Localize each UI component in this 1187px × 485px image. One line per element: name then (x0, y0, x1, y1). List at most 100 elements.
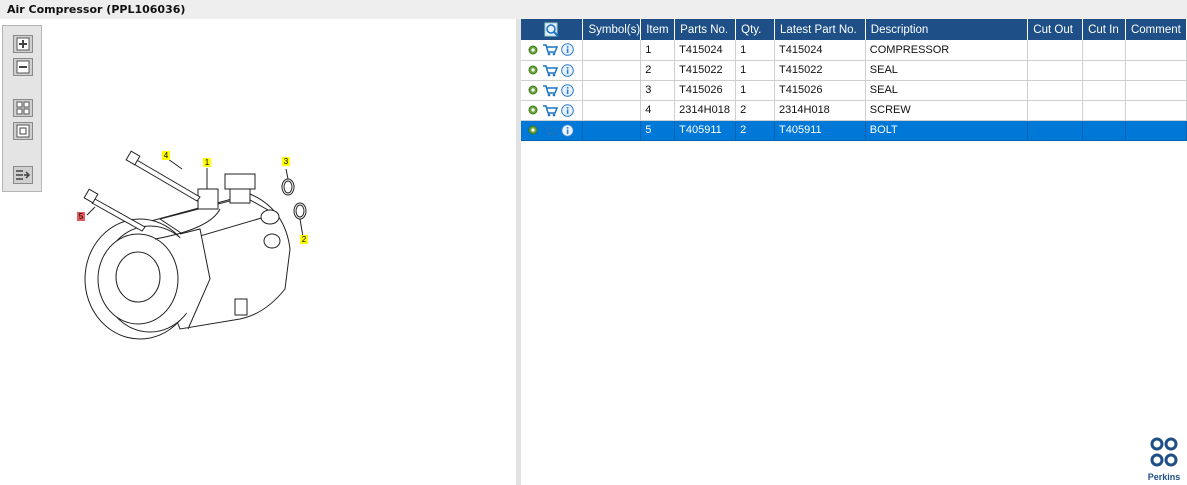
cell-description: SCREW (865, 100, 1029, 121)
cell-cut-in (1082, 40, 1126, 61)
cell-qty: 2 (735, 100, 776, 121)
column-header-actions[interactable] (521, 19, 584, 40)
cell-comment (1125, 60, 1187, 81)
cell-latest-part-no: T415026 (774, 80, 866, 101)
table-row[interactable]: 5 T405911 2 T405911 BOLT (521, 120, 1187, 141)
add-to-cart-icon[interactable] (542, 43, 558, 56)
info-icon[interactable] (561, 83, 574, 97)
add-to-cart-icon[interactable] (542, 104, 558, 117)
cell-comment (1125, 80, 1187, 101)
cell-cut-out (1027, 60, 1084, 81)
options-gear-icon[interactable] (527, 64, 539, 76)
column-header-cut-in[interactable]: Cut In (1082, 19, 1126, 40)
info-icon[interactable] (561, 43, 574, 57)
info-icon[interactable] (561, 63, 574, 77)
zoom-in-icon (16, 37, 30, 51)
options-gear-icon[interactable] (527, 104, 539, 116)
cell-comment (1125, 40, 1187, 61)
parts-table: Symbol(s) Item Parts No. Qty. Latest Par… (521, 19, 1187, 141)
window-title: Air Compressor (PPL106036) (0, 0, 1187, 19)
cell-cut-out (1027, 120, 1084, 141)
table-row[interactable]: 1 T415024 1 T415024 COMPRESSOR (521, 40, 1187, 61)
cell-symbols (582, 40, 642, 61)
fit-all-button[interactable] (13, 99, 33, 117)
row-actions (521, 40, 584, 61)
cell-symbols (582, 60, 642, 81)
add-to-cart-icon[interactable] (542, 84, 558, 97)
perkins-logo: Perkins (1144, 436, 1184, 482)
add-to-cart-icon[interactable] (542, 64, 558, 77)
cell-item: 4 (640, 100, 676, 121)
search-parts-icon[interactable] (544, 22, 560, 38)
cell-description: SEAL (865, 80, 1029, 101)
cell-cut-out (1027, 40, 1084, 61)
cell-description: BOLT (865, 120, 1029, 141)
info-icon[interactable] (561, 103, 574, 117)
cell-item: 2 (640, 60, 676, 81)
zoom-in-button[interactable] (13, 35, 33, 53)
table-header-row: Symbol(s) Item Parts No. Qty. Latest Par… (521, 19, 1187, 40)
column-header-cut-out[interactable]: Cut Out (1027, 19, 1084, 40)
cell-qty: 2 (735, 120, 776, 141)
cell-cut-in (1082, 100, 1126, 121)
row-actions (521, 100, 584, 121)
cell-cut-in (1082, 60, 1126, 81)
add-to-cart-icon[interactable] (542, 124, 558, 137)
info-icon[interactable] (561, 123, 574, 137)
callout-5[interactable]: 5 (77, 212, 85, 221)
cell-parts-no: T415022 (674, 60, 737, 81)
cell-symbols (582, 80, 642, 101)
illustration-pane[interactable]: 4 1 3 5 2 (0, 19, 516, 485)
cell-symbols (582, 100, 642, 121)
column-header-item[interactable]: Item (640, 19, 676, 40)
cell-latest-part-no: T405911 (774, 120, 866, 141)
cell-cut-in (1082, 80, 1126, 101)
cell-cut-out (1027, 100, 1084, 121)
cell-description: SEAL (865, 60, 1029, 81)
table-row[interactable]: 3 T415026 1 T415026 SEAL (521, 80, 1187, 101)
cell-parts-no: T415024 (674, 40, 737, 61)
cell-item: 5 (640, 120, 676, 141)
actual-size-icon (16, 124, 30, 138)
cell-parts-no: 2314H018 (674, 100, 737, 121)
viewer-toolbar (2, 25, 42, 192)
fit-all-icon (16, 101, 30, 115)
cell-comment (1125, 120, 1187, 141)
cell-description: COMPRESSOR (865, 40, 1029, 61)
cell-parts-no: T405911 (674, 120, 737, 141)
callout-2[interactable]: 2 (300, 235, 308, 244)
column-header-qty[interactable]: Qty. (735, 19, 776, 40)
column-header-comment[interactable]: Comment (1125, 19, 1187, 40)
callout-4[interactable]: 4 (162, 151, 170, 160)
column-header-symbols[interactable]: Symbol(s) (582, 19, 642, 40)
zoom-out-icon (16, 60, 30, 74)
column-header-description[interactable]: Description (865, 19, 1029, 40)
callout-1[interactable]: 1 (203, 158, 211, 167)
callout-3[interactable]: 3 (282, 157, 290, 166)
zoom-out-button[interactable] (13, 58, 33, 76)
cell-item: 3 (640, 80, 676, 101)
row-actions (521, 80, 584, 101)
cell-symbols (582, 120, 642, 141)
row-actions (521, 60, 584, 81)
cell-latest-part-no: T415024 (774, 40, 866, 61)
options-gear-icon[interactable] (527, 84, 539, 96)
column-header-latest-part-no[interactable]: Latest Part No. (774, 19, 866, 40)
cell-latest-part-no: 2314H018 (774, 100, 866, 121)
export-button[interactable] (13, 166, 33, 184)
cell-qty: 1 (735, 60, 776, 81)
options-gear-icon[interactable] (527, 124, 539, 136)
perkins-logo-text: Perkins (1147, 472, 1181, 482)
column-header-parts-no[interactable]: Parts No. (674, 19, 737, 40)
cell-parts-no: T415026 (674, 80, 737, 101)
options-gear-icon[interactable] (527, 44, 539, 56)
table-row[interactable]: 2 T415022 1 T415022 SEAL (521, 60, 1187, 81)
cell-item: 1 (640, 40, 676, 61)
cell-qty: 1 (735, 40, 776, 61)
actual-size-button[interactable] (13, 122, 33, 140)
cell-qty: 1 (735, 80, 776, 101)
table-row[interactable]: 4 2314H018 2 2314H018 SCREW (521, 100, 1187, 121)
cell-cut-out (1027, 80, 1084, 101)
row-actions (521, 120, 584, 141)
cell-cut-in (1082, 120, 1126, 141)
